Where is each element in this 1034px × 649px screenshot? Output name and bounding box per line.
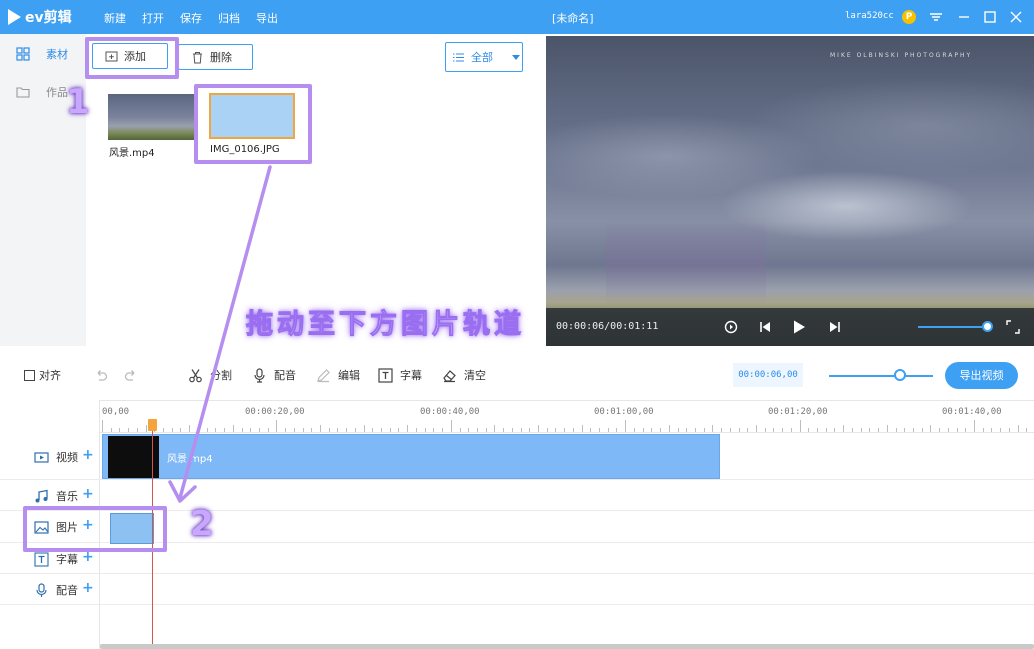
instruction-caption: 拖动至下方图片轨道	[246, 309, 525, 341]
